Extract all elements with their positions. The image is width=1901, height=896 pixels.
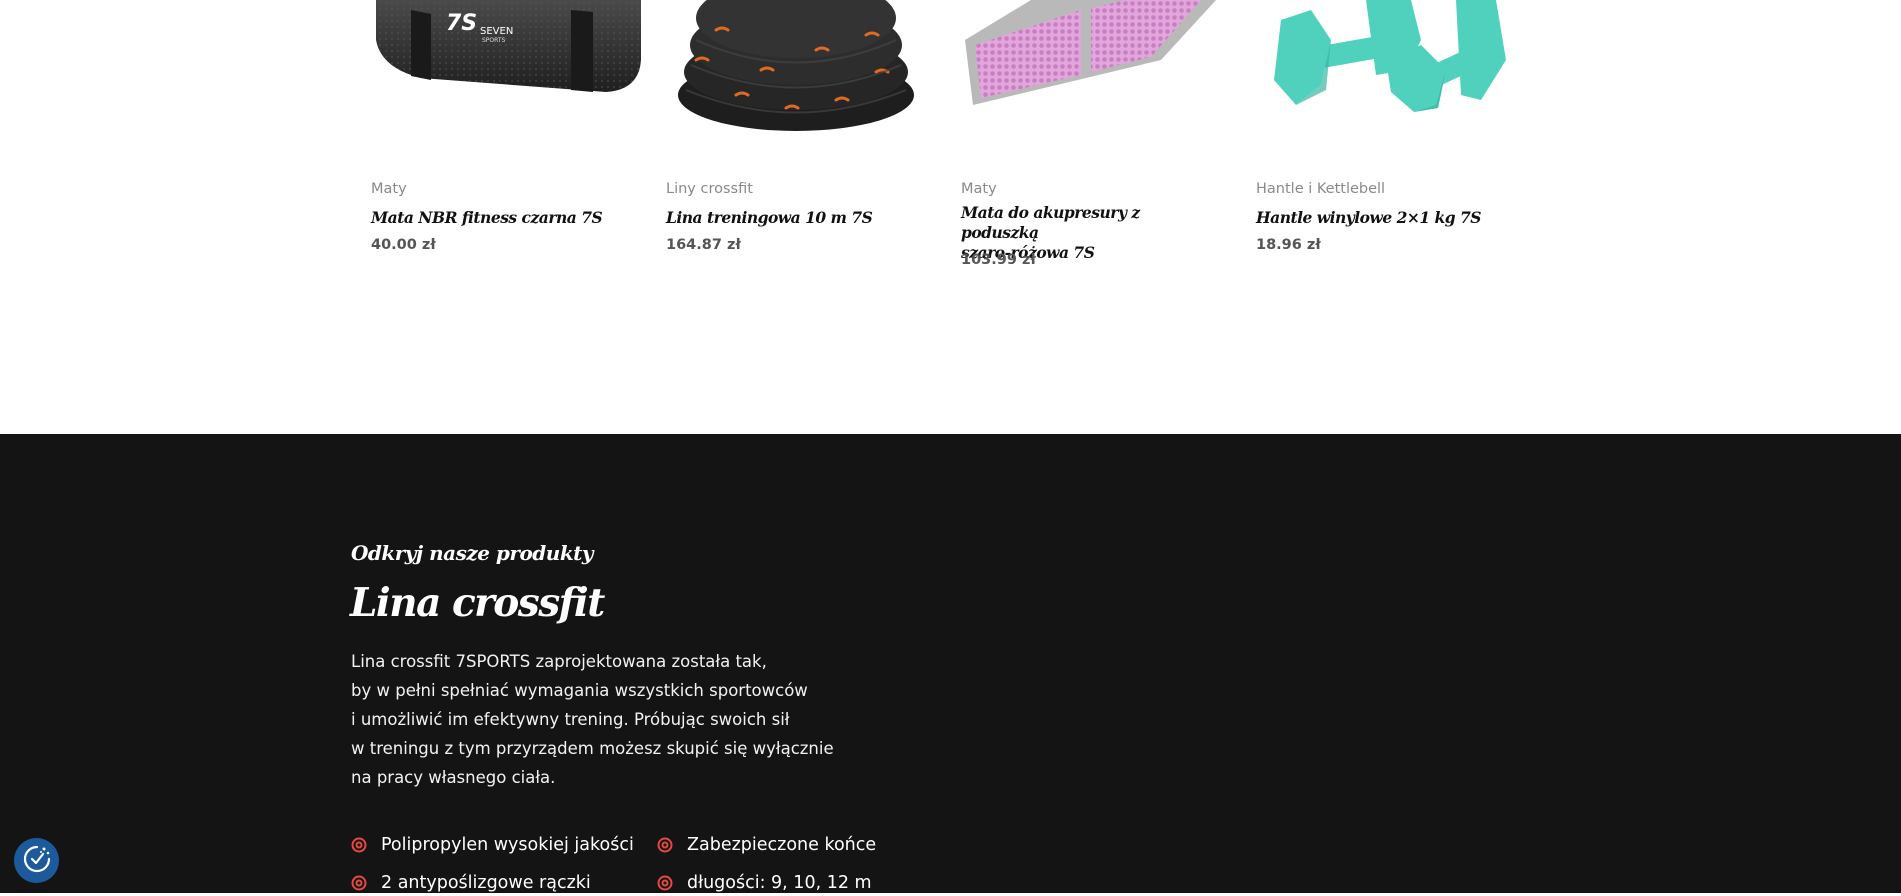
product-name[interactable]: Hantle winylowe 2×1 kg 7S bbox=[1256, 208, 1516, 228]
product-image[interactable]: 7S SEVEN SPORTS bbox=[371, 0, 641, 155]
feature-label: 2 antypoślizgowe rączki bbox=[381, 873, 591, 893]
promo-description-line: by w pełni spełniać wymagania wszystkich… bbox=[351, 681, 808, 700]
product-price: 164.87 zł bbox=[666, 237, 741, 253]
feature-label: Polipropylen wysokiej jakości bbox=[381, 835, 634, 855]
mat-logo-sub: SPORTS bbox=[482, 37, 506, 44]
mat-logo-text: SEVEN bbox=[480, 26, 513, 37]
promo-description-line: i umożliwić im efektywny trening. Próbuj… bbox=[351, 710, 790, 729]
promo-eyebrow: Odkryj nasze produkty bbox=[351, 541, 594, 565]
product-category[interactable]: Maty bbox=[961, 181, 997, 197]
feature-item: długości: 9, 10, 12 m bbox=[657, 873, 872, 893]
feature-item: Polipropylen wysokiej jakości bbox=[351, 835, 634, 855]
feature-item: 2 antypoślizgowe rączki bbox=[351, 873, 591, 893]
product-price: 18.96 zł bbox=[1256, 237, 1321, 253]
target-icon bbox=[657, 875, 673, 891]
feature-item: Zabezpieczone końce bbox=[657, 835, 876, 855]
product-price: 40.00 zł bbox=[371, 237, 436, 253]
product-image[interactable] bbox=[1256, 0, 1526, 155]
promo-description-line: Lina crossfit 7SPORTS zaprojektowana zos… bbox=[351, 652, 767, 671]
promo-section: Odkryj nasze produkty Lina crossfit Lina… bbox=[0, 434, 1901, 893]
product-image[interactable] bbox=[961, 0, 1231, 155]
product-category[interactable]: Hantle i Kettlebell bbox=[1256, 181, 1385, 197]
feature-label: długości: 9, 10, 12 m bbox=[687, 873, 872, 893]
promo-description-line: na pracy własnego ciała. bbox=[351, 768, 556, 787]
product-price: 103.99 zł bbox=[961, 252, 1036, 268]
cookie-consent-button[interactable] bbox=[14, 838, 59, 883]
promo-description: Lina crossfit 7SPORTS zaprojektowana zos… bbox=[351, 647, 871, 792]
target-icon bbox=[657, 837, 673, 853]
product-category[interactable]: Liny crossfit bbox=[666, 181, 753, 197]
promo-title: Lina crossfit bbox=[350, 580, 605, 626]
feature-label: Zabezpieczone końce bbox=[687, 835, 877, 855]
target-icon bbox=[351, 875, 367, 891]
product-grid: 7S SEVEN SPORTS Maty Mata NBR fitness cz… bbox=[0, 0, 1901, 434]
product-name[interactable]: Lina treningowa 10 m 7S bbox=[666, 208, 926, 228]
cookie-consent-icon bbox=[22, 844, 52, 878]
mat-logo-mark: 7S bbox=[446, 11, 477, 36]
product-name[interactable]: Mata NBR fitness czarna 7S bbox=[371, 208, 631, 228]
target-icon bbox=[351, 837, 367, 853]
product-name-line[interactable]: Mata do akupresury z poduszką bbox=[961, 203, 1221, 243]
promo-description-line: w treningu z tym przyrządem możesz skupi… bbox=[351, 739, 834, 758]
product-image[interactable] bbox=[666, 0, 936, 155]
product-category[interactable]: Maty bbox=[371, 181, 407, 197]
